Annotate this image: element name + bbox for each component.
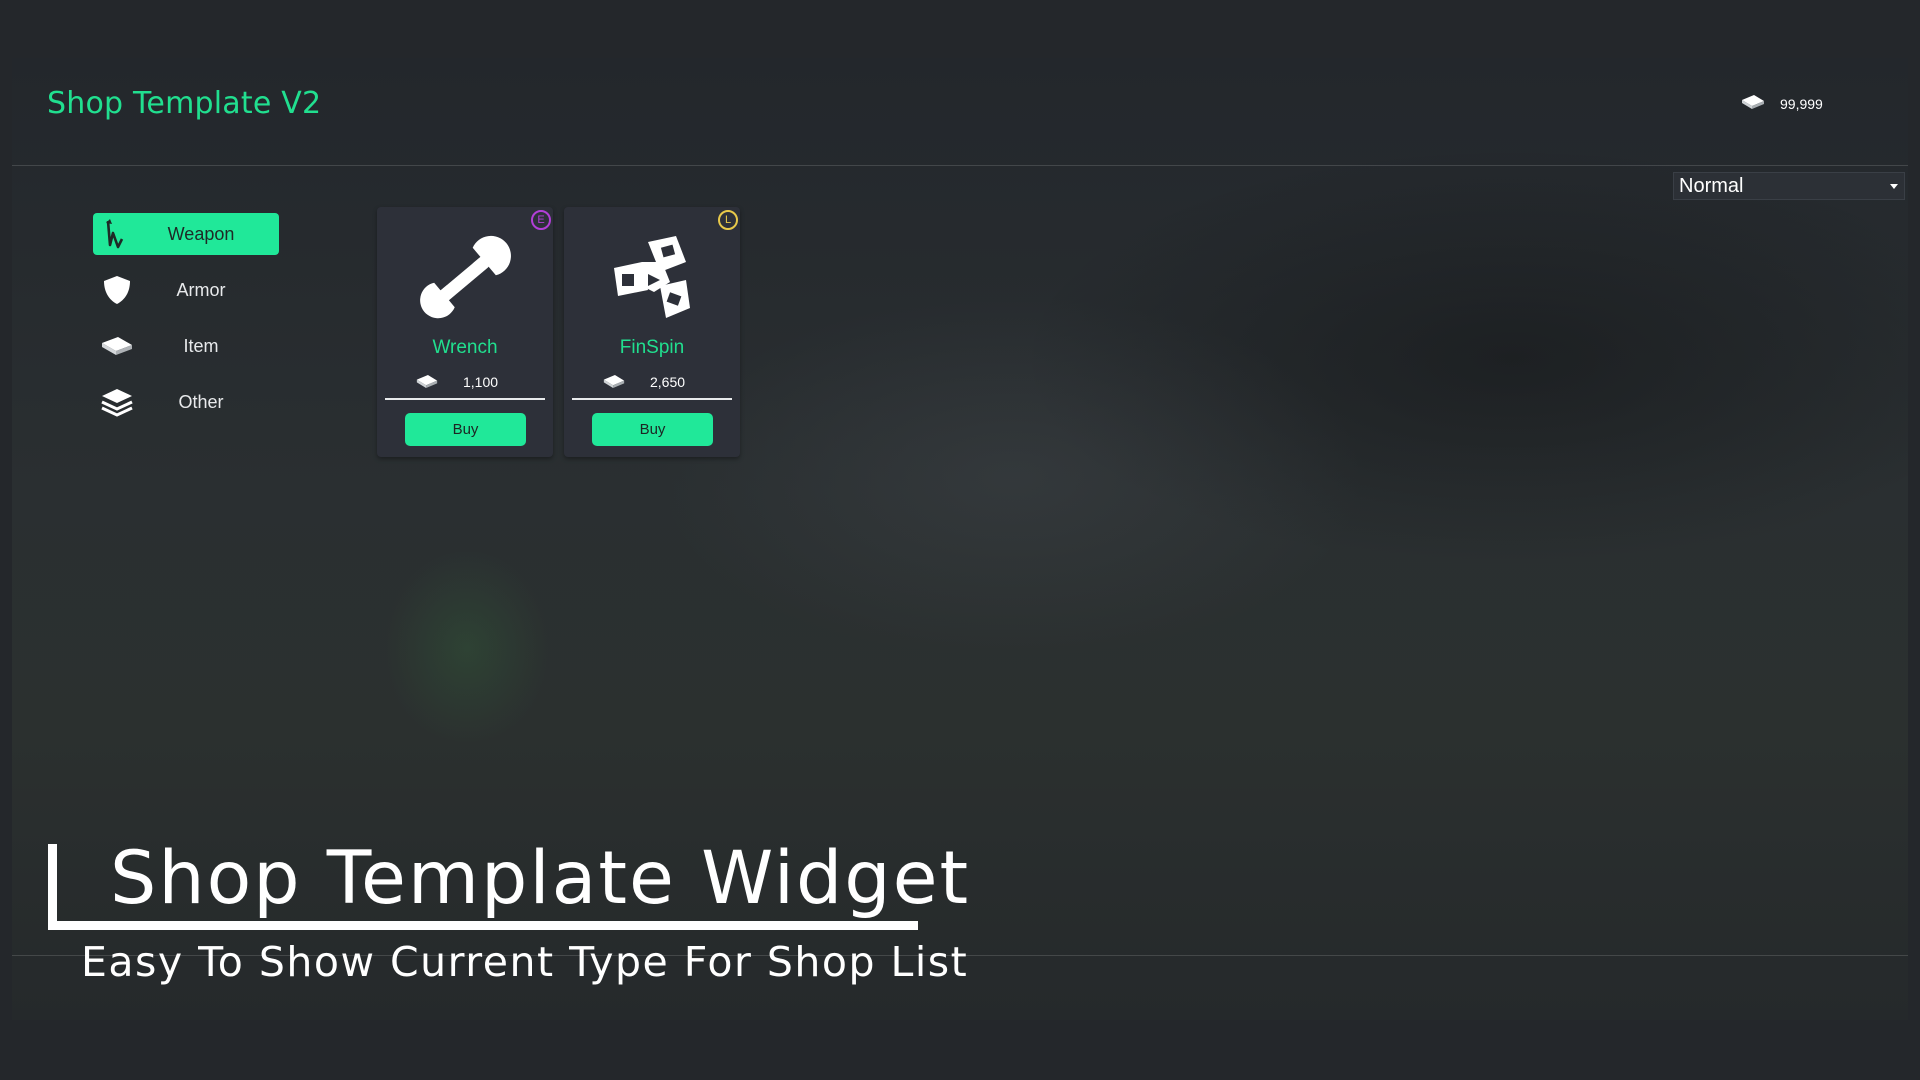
category-weapon[interactable]: Weapon bbox=[93, 213, 279, 255]
screen: Shop Template V2 99,999 Normal Weapon Ar… bbox=[0, 0, 1920, 1080]
product-price: 1,100 bbox=[385, 372, 545, 400]
category-label: Weapon bbox=[167, 223, 235, 244]
money-icon bbox=[1740, 94, 1766, 113]
product-card-wrench: E Wrench 1,100 Buy bbox=[377, 207, 553, 457]
category-label: Item bbox=[183, 335, 219, 356]
currency-amount: 99,999 bbox=[1780, 95, 1823, 112]
rarity-badge: E bbox=[531, 210, 551, 230]
category-label: Armor bbox=[176, 279, 226, 300]
currency-display: 99,999 bbox=[1740, 94, 1823, 113]
product-card-finspin: L FinSpin 2,650 Buy bbox=[564, 207, 740, 457]
filter-selected-value: Normal bbox=[1679, 174, 1744, 197]
category-item[interactable]: Item bbox=[93, 325, 279, 367]
buy-button-wrench[interactable]: Buy bbox=[405, 413, 526, 446]
fidget-spinner-icon bbox=[602, 232, 702, 327]
banner-title: Shop Template Widget bbox=[110, 836, 971, 921]
wrench-icon bbox=[415, 232, 515, 327]
price-value: 2,650 bbox=[650, 374, 686, 390]
product-name: FinSpin bbox=[619, 337, 685, 358]
category-other[interactable]: Other bbox=[93, 381, 279, 423]
header-divider bbox=[12, 165, 1908, 166]
rarity-badge: L bbox=[718, 210, 738, 230]
money-icon bbox=[602, 374, 626, 392]
category-label: Other bbox=[178, 391, 224, 412]
money-icon bbox=[415, 374, 439, 392]
product-name: Wrench bbox=[432, 337, 498, 358]
category-armor[interactable]: Armor bbox=[93, 269, 279, 311]
filter-dropdown[interactable]: Normal bbox=[1673, 172, 1905, 200]
shop-title: Shop Template V2 bbox=[47, 86, 322, 121]
banner-subtitle: Easy To Show Current Type For Shop List bbox=[81, 938, 969, 986]
buy-button-finspin[interactable]: Buy bbox=[592, 413, 713, 446]
chevron-down-icon bbox=[1890, 184, 1898, 189]
product-price: 2,650 bbox=[572, 372, 732, 400]
banner-underline bbox=[48, 921, 918, 930]
banner-accent-bar bbox=[48, 844, 57, 930]
price-value: 1,100 bbox=[463, 374, 499, 390]
